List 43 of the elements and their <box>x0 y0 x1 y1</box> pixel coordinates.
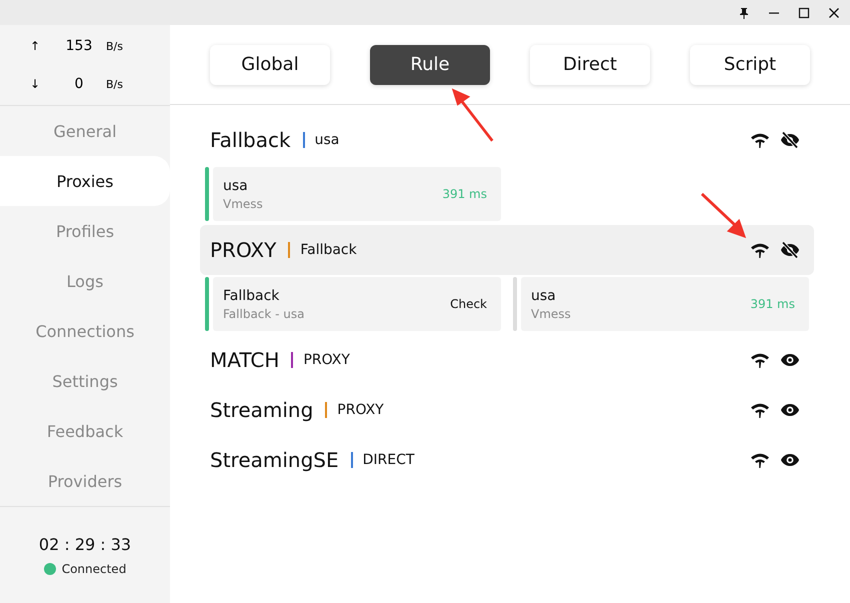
status-label: Connected <box>62 562 126 576</box>
group-current: PROXY <box>303 352 350 368</box>
proxy-type: Vmess <box>531 306 572 320</box>
proxy-name: usa <box>531 288 557 304</box>
annotation-arrow <box>700 192 748 240</box>
eye-off-icon[interactable] <box>780 130 800 150</box>
mode-tab[interactable]: Direct <box>530 44 650 84</box>
latency-label: 391 ms <box>750 297 795 311</box>
group-name: MATCH <box>210 348 280 372</box>
arrow-symbol: ↑ <box>28 39 40 54</box>
traffic-value: 153 <box>64 38 94 54</box>
group-name: PROXY <box>210 238 276 262</box>
uptime-timer: 02 : 29 : 33 <box>38 534 132 554</box>
traffic-value: 0 <box>74 76 84 92</box>
group-current: usa <box>314 132 340 148</box>
mode-tab[interactable]: Global <box>210 44 330 84</box>
group-current: Fallback <box>300 242 357 258</box>
check-link[interactable]: Check <box>450 297 487 311</box>
mode-tab[interactable]: Rule <box>370 44 490 84</box>
proxy-type: Fallback - usa <box>223 306 306 320</box>
group-name: StreamingSE <box>210 448 339 472</box>
traffic-unit: B/s <box>106 40 123 53</box>
proxy-card[interactable]: Fallback Fallback - usa Check <box>213 277 501 331</box>
proxy-card[interactable]: usa Vmess 391 ms <box>213 167 501 221</box>
group-header[interactable]: PROXY Fallback <box>200 225 814 275</box>
proxy-type: Vmess <box>223 196 264 210</box>
eye-off-icon[interactable] <box>780 240 800 260</box>
annotation-arrow <box>450 86 496 144</box>
maximize-icon[interactable] <box>798 6 810 18</box>
pin-icon[interactable] <box>738 6 750 18</box>
arrow-symbol: ↓ <box>28 77 40 92</box>
latency-label: 391 ms <box>442 187 487 201</box>
close-icon[interactable] <box>828 6 840 18</box>
group-name: Fallback <box>210 128 291 152</box>
proxy-name: usa <box>223 178 249 194</box>
sidebar-item[interactable]: Proxies <box>0 156 170 206</box>
group-current: DIRECT <box>362 452 414 468</box>
traffic-unit: B/s <box>106 78 123 91</box>
proxy-card[interactable]: usa Vmess 391 ms <box>521 277 809 331</box>
proxy-name: Fallback <box>223 288 280 304</box>
group-current: PROXY <box>337 402 384 418</box>
group-name: Streaming <box>210 398 314 422</box>
mode-tab[interactable]: Script <box>690 44 810 84</box>
